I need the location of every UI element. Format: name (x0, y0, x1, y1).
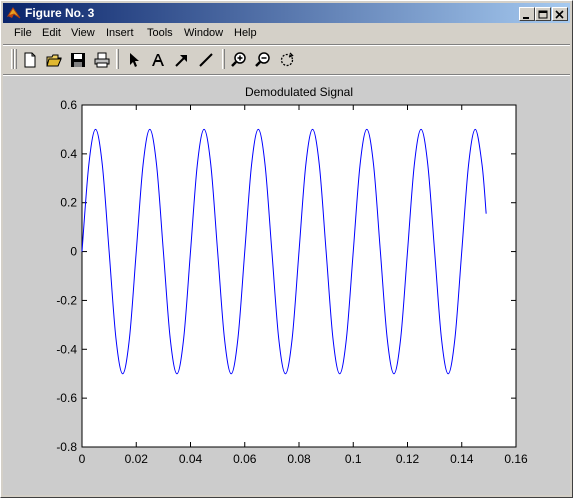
maximize-button[interactable] (535, 7, 551, 21)
toolbar-grip[interactable] (14, 49, 17, 69)
y-tick-label: -0.2 (56, 293, 77, 307)
y-tick-label: 0.6 (60, 98, 77, 112)
x-tick-label: 0.06 (233, 452, 257, 466)
maximize-icon (538, 10, 548, 19)
close-button[interactable] (552, 7, 568, 21)
insert-arrow-button[interactable] (171, 49, 193, 71)
y-tick-label: -0.4 (56, 342, 77, 356)
x-tick-label: 0.08 (287, 452, 311, 466)
menu-file[interactable]: File (14, 27, 32, 39)
new-file-icon (24, 52, 36, 68)
open-file-button[interactable] (43, 49, 65, 71)
window-title: Figure No. 3 (25, 6, 95, 20)
x-tick-label: 0.12 (396, 452, 420, 466)
save-button[interactable] (67, 49, 89, 71)
x-tick-label: 0.04 (179, 452, 203, 466)
menu-tools[interactable]: Tools (147, 27, 173, 39)
y-tick-label: -0.6 (56, 391, 77, 405)
menu-window[interactable]: Window (184, 27, 223, 39)
x-tick-label: 0.16 (504, 452, 528, 466)
chart-title: Demodulated Signal (245, 85, 353, 99)
menu-view[interactable]: View (71, 27, 95, 39)
zoom-in-button[interactable] (228, 49, 250, 71)
menu-edit[interactable]: Edit (42, 27, 61, 39)
menu-help[interactable]: Help (234, 27, 257, 39)
figure-window: Figure No. 3 File Edit View Insert Tools… (0, 0, 573, 498)
line-icon (199, 53, 213, 67)
zoom-in-icon (231, 52, 246, 67)
rotate-button[interactable] (276, 49, 298, 71)
toolbar (3, 46, 570, 74)
text-icon (152, 54, 164, 66)
insert-text-button[interactable] (147, 49, 169, 71)
close-icon (555, 10, 564, 19)
rotate-icon (280, 52, 294, 67)
save-icon (71, 53, 85, 67)
figure-canvas[interactable]: Demodulated Signal 0 0.02 0.04 0.06 0.08 0.1 0… (3, 76, 570, 495)
menu-insert[interactable]: Insert (106, 27, 134, 39)
title-bar[interactable]: Figure No. 3 (3, 3, 570, 23)
y-tick-label: 0.4 (60, 147, 77, 161)
y-tick-label: 0.2 (60, 196, 77, 210)
zoom-out-button[interactable] (252, 49, 274, 71)
x-tick-label: 0.02 (125, 452, 149, 466)
plot-svg: Demodulated Signal 0 0.02 0.04 0.06 0.08 0.1 0… (56, 85, 528, 466)
x-tick-label: 0 (79, 452, 86, 466)
print-icon (94, 52, 110, 68)
minimize-icon (523, 17, 529, 19)
toolbar-separator (116, 49, 119, 69)
open-folder-icon (46, 54, 62, 67)
arrow-icon (175, 55, 187, 67)
zoom-out-icon (255, 52, 270, 67)
select-arrow-icon (130, 53, 139, 67)
print-button[interactable] (91, 49, 113, 71)
toolbar-separator (222, 49, 225, 69)
select-button[interactable] (123, 49, 145, 71)
axes-box[interactable] (81, 104, 517, 448)
insert-line-button[interactable] (195, 49, 217, 71)
x-tick-label: 0.1 (345, 452, 362, 466)
new-file-button[interactable] (19, 49, 41, 71)
minimize-button[interactable] (519, 7, 535, 21)
matlab-icon (7, 7, 21, 19)
y-tick-label: -0.8 (56, 440, 77, 454)
x-tick-label: 0.14 (450, 452, 474, 466)
menu-bar: File Edit View Insert Tools Window Help (3, 24, 570, 43)
y-tick-label: 0 (70, 245, 77, 259)
